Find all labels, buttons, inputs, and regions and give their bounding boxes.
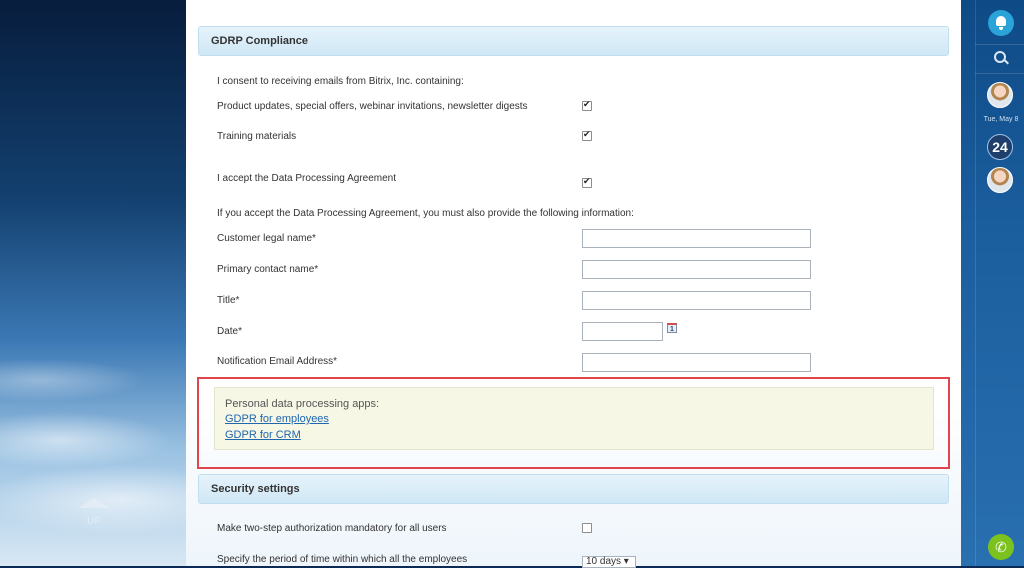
training-materials-label: Training materials — [217, 131, 297, 142]
training-materials-checkbox[interactable] — [582, 129, 592, 141]
consent-intro-text: I consent to receiving emails from Bitri… — [217, 76, 464, 87]
customer-legal-name-input[interactable] — [582, 229, 811, 248]
background-sky-left — [0, 0, 186, 566]
sidebar-date: Tue, May 8 — [983, 116, 1019, 123]
security-section-title: Security settings — [211, 483, 300, 495]
primary-contact-label: Primary contact name* — [217, 264, 319, 275]
customer-legal-name-label: Customer legal name* — [217, 233, 316, 244]
gdpr-section-title: GDRP Compliance — [211, 35, 308, 47]
date-label: Date* — [217, 326, 243, 337]
bell-icon[interactable] — [988, 10, 1014, 36]
title-label: Title* — [217, 295, 240, 306]
sidebar-separator — [975, 73, 1024, 74]
dpa-note-text: If you accept the Data Processing Agreem… — [217, 208, 634, 219]
phone-icon[interactable]: ✆ — [988, 534, 1014, 560]
highlight-frame — [197, 377, 950, 469]
product-updates-checkbox[interactable] — [582, 99, 592, 111]
scroll-up-button[interactable]: UP — [72, 498, 116, 527]
up-arrow-icon — [78, 498, 110, 508]
search-icon[interactable] — [994, 51, 1006, 63]
period-label: Specify the period of time within which … — [217, 554, 468, 565]
product-updates-label: Product updates, special offers, webinar… — [217, 101, 528, 112]
accept-dpa-checkbox[interactable] — [582, 176, 592, 188]
date-input[interactable] — [582, 322, 663, 341]
title-input[interactable] — [582, 291, 811, 310]
primary-contact-input[interactable] — [582, 260, 811, 279]
gdpr-section-header[interactable]: GDRP Compliance — [198, 26, 949, 56]
user-avatar-2[interactable] — [987, 167, 1013, 193]
sidebar-divider — [975, 0, 976, 566]
two-step-label: Make two-step authorization mandatory fo… — [217, 523, 447, 534]
period-select[interactable]: 10 days ▾ — [582, 556, 636, 568]
notification-email-input[interactable] — [582, 353, 811, 372]
two-step-checkbox[interactable] — [582, 523, 592, 533]
settings-content-panel: GDRP Compliance I consent to receiving e… — [186, 0, 961, 568]
sidebar-separator — [975, 44, 1024, 45]
period-select-value: 10 days — [586, 556, 622, 567]
user-avatar[interactable] — [987, 82, 1013, 108]
accept-dpa-label: I accept the Data Processing Agreement — [217, 173, 396, 184]
calendar-icon[interactable]: 1 — [667, 323, 677, 333]
security-section-header[interactable]: Security settings — [198, 474, 949, 504]
notification-email-label: Notification Email Address* — [217, 356, 338, 367]
bitrix24-badge[interactable]: 24 — [987, 134, 1013, 160]
up-label: UP — [87, 516, 101, 527]
